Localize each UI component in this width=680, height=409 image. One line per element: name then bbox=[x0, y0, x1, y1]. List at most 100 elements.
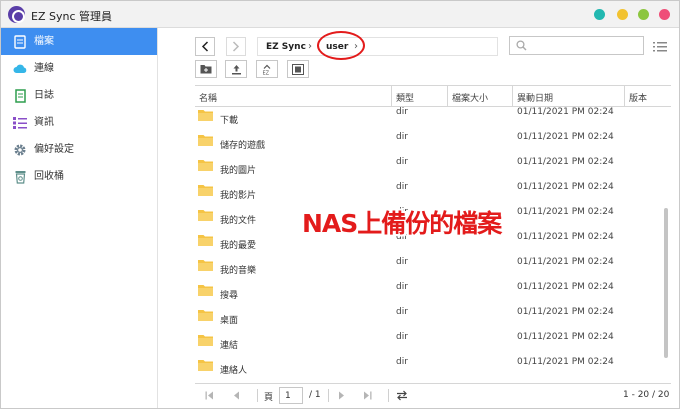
sidebar-item-preferences[interactable]: 偏好設定 bbox=[1, 136, 157, 163]
breadcrumb-item-root[interactable]: EZ Sync bbox=[266, 42, 306, 52]
file-name: 連絡人 bbox=[220, 366, 248, 376]
column-header-modified[interactable]: 異動日期 bbox=[517, 91, 553, 104]
table-row[interactable]: 儲存的遊戲 dir 01/11/2021 PM 02:24 bbox=[195, 132, 663, 158]
file-type: dir bbox=[396, 332, 408, 342]
sidebar-item-recycle-bin[interactable]: 回收桶 bbox=[1, 163, 157, 190]
column-header-type[interactable]: 類型 bbox=[396, 91, 414, 104]
file-modified-date: 01/11/2021 PM 02:24 bbox=[517, 332, 614, 342]
svg-text:EZ: EZ bbox=[263, 70, 270, 75]
ez-sync-button[interactable]: EZ bbox=[256, 60, 278, 78]
annotation-caption: NAS上備份的檔案 bbox=[302, 209, 502, 238]
new-folder-icon bbox=[200, 65, 212, 74]
page-label: 頁 bbox=[264, 393, 274, 403]
ez-sync-icon: EZ bbox=[263, 64, 271, 75]
column-divider[interactable] bbox=[624, 86, 625, 107]
folder-icon bbox=[198, 135, 213, 146]
window-control-teal[interactable] bbox=[594, 9, 605, 20]
file-name: 我的文件 bbox=[220, 216, 257, 226]
table-row[interactable]: 連結 dir 01/11/2021 PM 02:24 bbox=[195, 332, 663, 358]
file-modified-date: 01/11/2021 PM 02:24 bbox=[517, 257, 614, 267]
refresh-icon[interactable] bbox=[396, 390, 408, 401]
chevron-right-icon bbox=[232, 41, 240, 52]
window-title: EZ Sync 管理員 bbox=[31, 10, 112, 23]
folder-icon bbox=[198, 235, 213, 246]
minimize-button[interactable] bbox=[617, 9, 628, 20]
folder-icon bbox=[198, 310, 213, 321]
sidebar-item-label: 連線 bbox=[34, 62, 54, 74]
sidebar-item-connection[interactable]: 連線 bbox=[1, 55, 157, 82]
file-type: dir bbox=[396, 257, 408, 267]
maximize-button[interactable] bbox=[638, 9, 649, 20]
sidebar-item-info[interactable]: 資訊 bbox=[1, 109, 157, 136]
select-all-button[interactable] bbox=[287, 60, 309, 78]
page-total: / 1 bbox=[309, 390, 321, 400]
pager-divider bbox=[257, 389, 258, 402]
next-page-icon[interactable] bbox=[338, 391, 345, 400]
vertical-scrollbar[interactable] bbox=[664, 208, 668, 358]
file-modified-date: 01/11/2021 PM 02:24 bbox=[517, 282, 614, 292]
annotation-circle bbox=[317, 31, 365, 60]
column-divider[interactable] bbox=[391, 86, 392, 107]
table-row[interactable]: 下載 dir 01/11/2021 PM 02:24 bbox=[195, 107, 663, 133]
column-header-version[interactable]: 版本 bbox=[629, 91, 647, 104]
search-input[interactable] bbox=[509, 36, 644, 55]
page-range: 1 - 20 / 20 bbox=[623, 390, 670, 400]
last-page-icon[interactable] bbox=[363, 391, 372, 400]
file-type: dir bbox=[396, 357, 408, 367]
log-icon bbox=[13, 88, 27, 103]
file-modified-date: 01/11/2021 PM 02:24 bbox=[517, 132, 614, 142]
info-list-icon bbox=[13, 116, 27, 130]
column-header-size[interactable]: 檔案大小 bbox=[452, 91, 488, 104]
column-header-name[interactable]: 名稱 bbox=[199, 91, 217, 104]
folder-icon bbox=[198, 260, 213, 271]
page-number-input[interactable]: 1 bbox=[279, 387, 303, 404]
folder-icon bbox=[198, 185, 213, 196]
table-row[interactable]: 桌面 dir 01/11/2021 PM 02:24 bbox=[195, 307, 663, 333]
recycle-bin-icon bbox=[13, 170, 27, 184]
chevron-left-icon bbox=[201, 41, 209, 52]
file-name: 搜尋 bbox=[220, 291, 239, 301]
list-view-toggle-button[interactable] bbox=[649, 37, 671, 55]
file-name: 我的音樂 bbox=[220, 266, 257, 276]
table-row[interactable]: 連絡人 dir 01/11/2021 PM 02:24 bbox=[195, 357, 663, 383]
breadcrumb-separator: › bbox=[308, 41, 312, 52]
file-name: 桌面 bbox=[220, 316, 239, 326]
sidebar: 檔案 連線 日誌 資訊 偏好設定 回收桶 bbox=[1, 28, 158, 408]
file-modified-date: 01/11/2021 PM 02:24 bbox=[517, 157, 614, 167]
file-type: dir bbox=[396, 182, 408, 192]
table-row[interactable]: 我的圖片 dir 01/11/2021 PM 02:24 bbox=[195, 157, 663, 183]
sidebar-item-log[interactable]: 日誌 bbox=[1, 82, 157, 109]
select-all-icon bbox=[292, 63, 304, 75]
file-type: dir bbox=[396, 107, 408, 117]
file-modified-date: 01/11/2021 PM 02:24 bbox=[517, 307, 614, 317]
gear-icon bbox=[13, 143, 27, 157]
sidebar-item-label: 檔案 bbox=[34, 35, 54, 47]
app-window: EZ Sync 管理員 檔案 連線 日誌 資訊 偏好設定 回收桶 EZ Sync… bbox=[0, 0, 680, 409]
list-view-icon bbox=[653, 41, 667, 51]
table-row[interactable]: 搜尋 dir 01/11/2021 PM 02:24 bbox=[195, 282, 663, 308]
file-modified-date: 01/11/2021 PM 02:24 bbox=[517, 232, 614, 242]
new-folder-button[interactable] bbox=[195, 60, 217, 78]
folder-icon bbox=[198, 360, 213, 371]
sidebar-item-label: 資訊 bbox=[34, 116, 54, 128]
previous-page-icon[interactable] bbox=[233, 391, 240, 400]
file-modified-date: 01/11/2021 PM 02:24 bbox=[517, 107, 614, 117]
pager-divider bbox=[388, 389, 389, 402]
back-button[interactable] bbox=[195, 37, 215, 56]
column-divider[interactable] bbox=[512, 86, 513, 107]
cloud-icon bbox=[13, 62, 27, 76]
app-logo-icon bbox=[8, 6, 25, 23]
column-divider[interactable] bbox=[447, 86, 448, 107]
table-row[interactable]: 我的音樂 dir 01/11/2021 PM 02:24 bbox=[195, 257, 663, 283]
upload-button[interactable] bbox=[225, 60, 247, 78]
sidebar-item-label: 日誌 bbox=[34, 89, 54, 101]
first-page-icon[interactable] bbox=[205, 391, 214, 400]
sidebar-item-label: 偏好設定 bbox=[34, 143, 74, 155]
file-type: dir bbox=[396, 282, 408, 292]
folder-icon bbox=[198, 210, 213, 221]
forward-button[interactable] bbox=[226, 37, 246, 56]
sidebar-item-files[interactable]: 檔案 bbox=[1, 28, 157, 55]
pagination-bar: 頁 1 / 1 1 - 20 / 20 bbox=[195, 383, 671, 407]
folder-icon bbox=[198, 110, 213, 121]
close-button[interactable] bbox=[659, 9, 670, 20]
